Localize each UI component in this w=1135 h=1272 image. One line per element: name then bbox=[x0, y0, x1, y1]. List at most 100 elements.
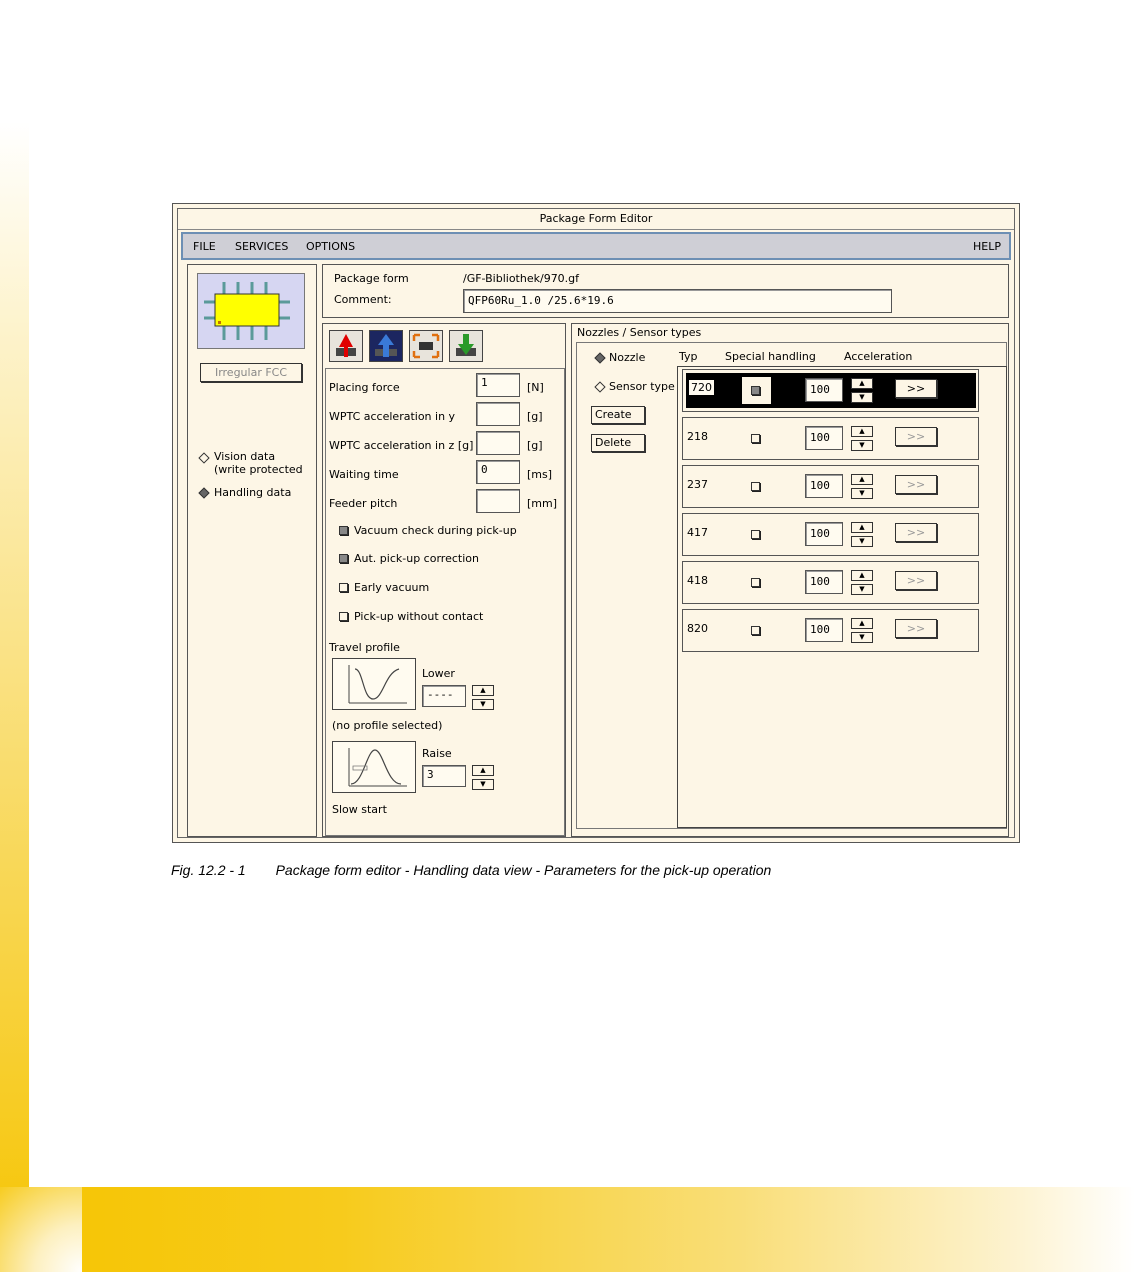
special-handling-checkbox[interactable] bbox=[751, 530, 760, 539]
acceleration-down-button[interactable]: ▼ bbox=[851, 488, 873, 499]
acceleration-up-button[interactable]: ▲ bbox=[851, 426, 873, 437]
lower-label: Lower bbox=[422, 667, 455, 680]
acceleration-up-button[interactable]: ▲ bbox=[851, 570, 873, 581]
acceleration-down-button[interactable]: ▼ bbox=[851, 584, 873, 595]
acceleration-field[interactable]: 100 bbox=[805, 570, 843, 594]
acceleration-up-button[interactable]: ▲ bbox=[851, 618, 873, 629]
nozzle-details-button[interactable]: >> bbox=[895, 379, 937, 398]
waiting-time-field[interactable]: 0 bbox=[476, 460, 520, 484]
special-handling-checkbox[interactable] bbox=[751, 578, 760, 587]
nozzle-row-417[interactable]: 417 100 ▲ ▼ >> bbox=[682, 513, 979, 556]
acceleration-field[interactable]: 100 bbox=[805, 522, 843, 546]
nozzle-details-button[interactable]: >> bbox=[895, 619, 937, 638]
sensor-type-radio[interactable] bbox=[594, 381, 606, 393]
page-decoration-bottom bbox=[0, 1187, 1135, 1272]
figure-caption-text: Package form editor - Handling data view… bbox=[275, 862, 772, 878]
raise-up-button[interactable]: ▲ bbox=[472, 765, 494, 776]
nozzle-radio[interactable] bbox=[594, 352, 606, 364]
vision-data-radio[interactable] bbox=[198, 452, 210, 464]
lower-profile-curve-icon bbox=[348, 665, 407, 704]
chip-icon bbox=[204, 282, 290, 340]
package-form-label: Package form bbox=[334, 272, 409, 285]
aut-pickup-correction-checkbox[interactable] bbox=[339, 554, 348, 563]
toolbar-button-1[interactable] bbox=[329, 330, 363, 362]
toolbar-button-4[interactable] bbox=[449, 330, 483, 362]
waiting-time-label: Waiting time bbox=[329, 468, 399, 481]
acceleration-field[interactable]: 100 bbox=[805, 474, 843, 498]
page-decoration-corner bbox=[0, 1187, 82, 1272]
blue-arrow-up-icon bbox=[375, 334, 397, 357]
parameter-fields: Placing force 1 [N] WPTC acceleration in… bbox=[325, 368, 565, 836]
figure-number: Fig. 12.2 - 1 bbox=[171, 862, 246, 878]
feeder-pitch-unit: [mm] bbox=[527, 497, 558, 510]
nozzle-row-418[interactable]: 418 100 ▲ ▼ >> bbox=[682, 561, 979, 604]
vacuum-check-label: Vacuum check during pick-up bbox=[354, 524, 517, 537]
nozzles-section-title: Nozzles / Sensor types bbox=[577, 326, 702, 339]
special-handling-checkbox[interactable] bbox=[751, 386, 760, 395]
wptc-z-field[interactable] bbox=[476, 431, 520, 455]
raise-status: Slow start bbox=[332, 803, 387, 816]
acceleration-up-button[interactable]: ▲ bbox=[851, 378, 873, 389]
nozzle-details-button[interactable]: >> bbox=[895, 571, 937, 590]
acceleration-down-button[interactable]: ▼ bbox=[851, 632, 873, 643]
acceleration-down-button[interactable]: ▼ bbox=[851, 536, 873, 547]
package-form-editor-window: Package Form Editor FILE SERVICES OPTION… bbox=[172, 203, 1020, 843]
red-pickup-icon bbox=[336, 334, 356, 357]
menu-help[interactable]: HELP bbox=[973, 240, 1001, 253]
left-panel: Irregular FCC Vision data (write protect… bbox=[187, 264, 317, 837]
raise-profile-curve-icon bbox=[348, 748, 407, 787]
comment-field[interactable]: QFP60Ru_1.0 /25.6*19.6 bbox=[463, 289, 892, 313]
nozzle-row-720[interactable]: 720 100 ▲ ▼ >> bbox=[682, 369, 979, 412]
package-type-button[interactable]: Irregular FCC bbox=[200, 363, 302, 382]
component-frame-icon bbox=[412, 333, 440, 359]
wptc-y-field[interactable] bbox=[476, 402, 520, 426]
nozzle-details-label: >> bbox=[906, 574, 926, 587]
lower-down-button[interactable]: ▼ bbox=[472, 699, 494, 710]
lower-status: (no profile selected) bbox=[332, 719, 443, 732]
green-place-icon bbox=[456, 334, 476, 356]
acceleration-up-button[interactable]: ▲ bbox=[851, 522, 873, 533]
pickup-without-contact-checkbox[interactable] bbox=[339, 612, 348, 621]
nozzle-details-button[interactable]: >> bbox=[895, 475, 937, 494]
menu-services[interactable]: SERVICES bbox=[235, 240, 288, 253]
nozzle-details-label: >> bbox=[906, 430, 926, 443]
special-handling-checkbox[interactable] bbox=[751, 626, 760, 635]
menu-options[interactable]: OPTIONS bbox=[306, 240, 355, 253]
nozzle-row-218[interactable]: 218 100 ▲ ▼ >> bbox=[682, 417, 979, 460]
delete-button[interactable]: Delete bbox=[591, 434, 645, 452]
nozzle-details-button[interactable]: >> bbox=[895, 523, 937, 542]
feeder-pitch-field[interactable] bbox=[476, 489, 520, 513]
create-button-label: Create bbox=[595, 408, 632, 421]
acceleration-field[interactable]: 100 bbox=[805, 378, 843, 402]
lower-up-button[interactable]: ▲ bbox=[472, 685, 494, 696]
placing-force-field[interactable]: 1 bbox=[476, 373, 520, 397]
nozzle-row-820[interactable]: 820 100 ▲ ▼ >> bbox=[682, 609, 979, 652]
special-handling-checkbox[interactable] bbox=[751, 434, 760, 443]
acceleration-up-button[interactable]: ▲ bbox=[851, 474, 873, 485]
wptc-y-unit: [g] bbox=[527, 410, 543, 423]
special-handling-checkbox[interactable] bbox=[751, 482, 760, 491]
nozzle-row-237[interactable]: 237 100 ▲ ▼ >> bbox=[682, 465, 979, 508]
acceleration-down-button[interactable]: ▼ bbox=[851, 392, 873, 403]
acceleration-field[interactable]: 100 bbox=[805, 426, 843, 450]
acceleration-down-button[interactable]: ▼ bbox=[851, 440, 873, 451]
feeder-pitch-label: Feeder pitch bbox=[329, 497, 398, 510]
nozzle-details-label: >> bbox=[906, 382, 926, 395]
lower-profile-preview[interactable] bbox=[332, 658, 416, 710]
raise-down-button[interactable]: ▼ bbox=[472, 779, 494, 790]
toolbar-button-2[interactable] bbox=[369, 330, 403, 362]
lower-field[interactable]: ---- bbox=[422, 685, 466, 707]
figure-caption: Fig. 12.2 - 1 Package form editor - Hand… bbox=[171, 862, 771, 878]
raise-profile-preview[interactable] bbox=[332, 741, 416, 793]
nozzle-details-button[interactable]: >> bbox=[895, 427, 937, 446]
menu-file[interactable]: FILE bbox=[193, 240, 216, 253]
acceleration-field[interactable]: 100 bbox=[805, 618, 843, 642]
vacuum-check-checkbox[interactable] bbox=[339, 526, 348, 535]
raise-field[interactable]: 3 bbox=[422, 765, 466, 787]
raise-label: Raise bbox=[422, 747, 452, 760]
create-button[interactable]: Create bbox=[591, 406, 645, 424]
handling-data-label: Handling data bbox=[214, 486, 292, 499]
toolbar-button-3[interactable] bbox=[409, 330, 443, 362]
early-vacuum-checkbox[interactable] bbox=[339, 583, 348, 592]
handling-data-radio[interactable] bbox=[198, 487, 210, 499]
